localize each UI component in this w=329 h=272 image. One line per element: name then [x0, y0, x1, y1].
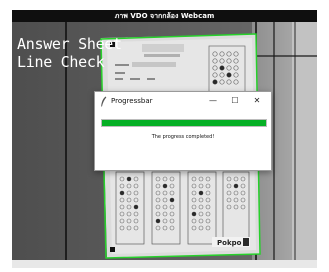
progress-bar	[101, 119, 267, 127]
window-title: ภาพ VDO จากกล้อง Webcam	[12, 10, 317, 22]
minimize-button[interactable]: —	[206, 95, 220, 107]
dialog-title: Progressbar	[111, 97, 153, 105]
close-button[interactable]: ✕	[250, 95, 264, 107]
progressbar-dialog: Progressbar — ☐ ✕ The progress completed…	[94, 91, 272, 171]
progress-bar-fill	[102, 120, 266, 126]
dialog-titlebar[interactable]: Progressbar — ☐ ✕	[95, 92, 271, 111]
status-strip	[12, 260, 317, 268]
webcam-window: ภาพ VDO จากกล้อง Webcam Pokpo Answer She…	[0, 0, 329, 272]
feather-icon	[101, 96, 107, 107]
maximize-button[interactable]: ☐	[228, 95, 242, 107]
progress-message: The progress completed!	[151, 134, 215, 140]
sheet-brand: Pokpo	[217, 239, 242, 247]
overlay-line-check: Line Check	[17, 53, 105, 71]
overlay-answer-sheet: Answer Sheet	[17, 35, 122, 53]
